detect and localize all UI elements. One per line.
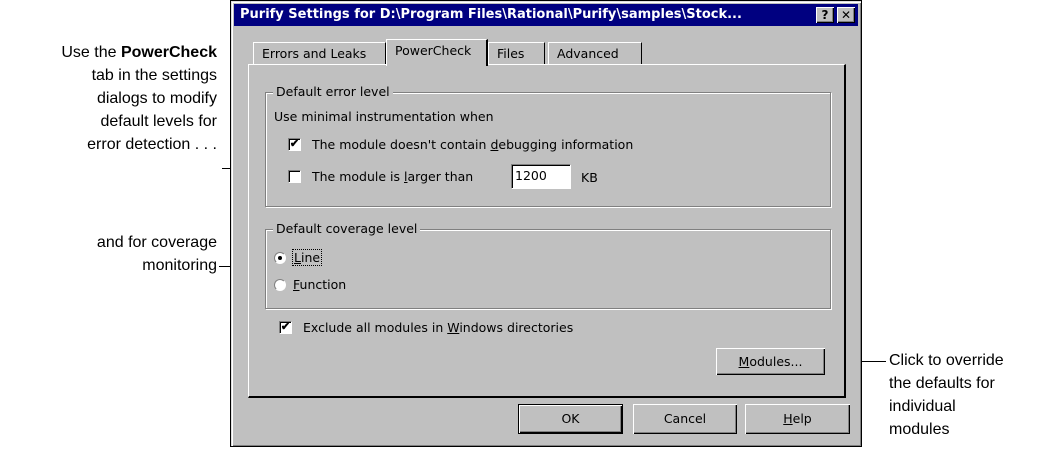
size-limit-checkbox[interactable]	[288, 170, 301, 183]
cancel-button[interactable]: Cancel	[633, 404, 737, 434]
modules-annotation: Click to override the defaults for indiv…	[889, 349, 1047, 441]
annotation-text: default levels for	[100, 113, 217, 130]
title-bar: Purify Settings for D:\Program Files\Rat…	[234, 4, 858, 26]
annotation-text: error detection . . .	[87, 136, 217, 153]
label-part: arger than	[407, 169, 474, 184]
function-radio[interactable]	[274, 279, 286, 291]
size-limit-label[interactable]: The module is larger than	[312, 169, 473, 184]
annotation-text: and for coverage	[96, 234, 217, 251]
annotation-text: the defaults for	[889, 375, 995, 392]
coverage-level-group	[265, 229, 831, 309]
label-part: ebugging information	[498, 137, 634, 152]
exclude-windows-checkbox[interactable]: ✔	[279, 321, 292, 334]
coverage-annotation: and for coverage monitoring	[17, 231, 217, 277]
size-limit-input[interactable]: 1200	[511, 164, 571, 189]
accelerator-key: M	[738, 354, 750, 369]
line-radio[interactable]	[274, 252, 286, 264]
annotation-text: Click to override	[889, 352, 1004, 369]
size-unit-label: KB	[581, 170, 598, 185]
accelerator-key: L	[294, 250, 301, 265]
debug-info-label[interactable]: The module doesn't contain debugging inf…	[312, 137, 633, 152]
function-radio-label[interactable]: Function	[293, 277, 346, 292]
ok-button[interactable]: OK	[518, 404, 623, 434]
radio-selected-dot	[278, 256, 282, 260]
accelerator-key: W	[447, 320, 460, 335]
label-part: elp	[792, 411, 812, 426]
label-part: The module is	[312, 169, 404, 184]
dialog-title: Purify Settings for D:\Program Files\Rat…	[240, 7, 742, 22]
annotation-text: dialogs to modify	[96, 90, 217, 107]
annotation-text: tab in the settings	[91, 67, 217, 84]
exclude-windows-label[interactable]: Exclude all modules in Windows directori…	[303, 320, 573, 335]
instrumentation-intro: Use minimal instrumentation when	[274, 109, 494, 124]
label-part: unction	[299, 277, 347, 292]
coverage-level-label: Default coverage level	[273, 221, 421, 236]
line-radio-label[interactable]: Line	[291, 249, 323, 266]
label-part: The module doesn't contain	[312, 137, 491, 152]
debug-info-checkbox[interactable]: ✔	[288, 138, 301, 151]
annotation-bold: PowerCheck	[120, 44, 217, 61]
annotation-text: Use the	[61, 44, 121, 61]
label-part: Exclude all modules in	[303, 320, 448, 335]
error-level-label: Default error level	[273, 84, 393, 99]
tab-powercheck[interactable]: PowerCheck	[386, 39, 488, 66]
modules-button[interactable]: Modules...	[716, 348, 825, 375]
accelerator-key: H	[783, 411, 793, 426]
tab-files[interactable]: Files	[488, 42, 545, 64]
powercheck-annotation: Use the PowerCheck tab in the settings d…	[0, 41, 217, 156]
close-icon[interactable]: ✕	[837, 7, 855, 23]
help-button[interactable]: Help	[745, 404, 850, 434]
label-part: ine	[300, 250, 321, 265]
tab-errors-and-leaks[interactable]: Errors and Leaks	[253, 42, 386, 64]
label-part: indows directories	[459, 320, 574, 335]
annotation-text: monitoring	[142, 257, 217, 274]
annotation-text: modules	[889, 421, 950, 438]
annotation-text: individual	[889, 398, 956, 415]
help-title-button[interactable]: ?	[816, 7, 834, 23]
tab-advanced[interactable]: Advanced	[548, 42, 642, 64]
label-part: odules...	[749, 354, 803, 369]
